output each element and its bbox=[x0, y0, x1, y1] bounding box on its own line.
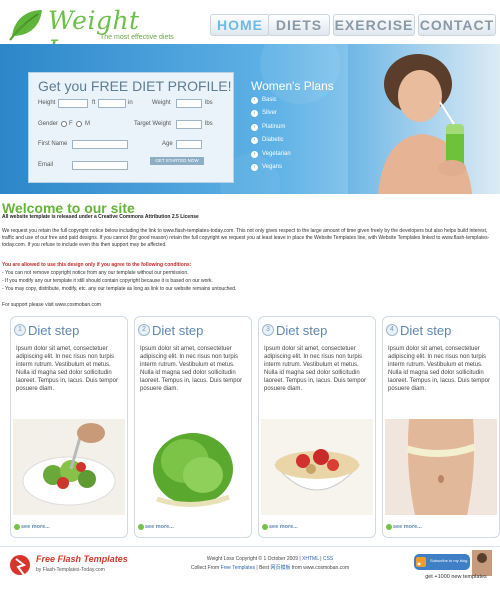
card-text: Ipsum dolor sit amet, consectetuer adipi… bbox=[140, 346, 242, 392]
see-more-link[interactable]: see more... bbox=[269, 524, 298, 530]
card-title: Diet step bbox=[276, 323, 328, 338]
age-input[interactable] bbox=[176, 140, 202, 149]
step-number-badge: 1 bbox=[14, 324, 26, 336]
weight-label: Weight bbox=[152, 100, 171, 106]
copyright-text: Weight Loss Copyright © 1 October 2009 | bbox=[206, 556, 301, 562]
css-link[interactable]: CSS bbox=[323, 556, 333, 562]
conditions-heading: You are allowed to use this design only … bbox=[2, 262, 192, 268]
arrow-icon: › bbox=[251, 97, 258, 104]
woman-drinking-image bbox=[348, 44, 500, 194]
plan-platinum[interactable]: Platinum bbox=[262, 124, 285, 130]
nav-exercise[interactable]: EXERCISE bbox=[333, 14, 415, 36]
gender-f-radio[interactable] bbox=[61, 121, 67, 127]
target-weight-label: Target Weight bbox=[134, 121, 171, 127]
salad-fork-image bbox=[13, 419, 125, 515]
more-bullet-icon bbox=[386, 524, 392, 530]
free-templates-link[interactable]: Free Templates bbox=[221, 565, 255, 571]
plan-vegans[interactable]: Vegans bbox=[262, 164, 282, 170]
gender-m-radio[interactable] bbox=[76, 121, 82, 127]
plan-basic[interactable]: Basic bbox=[262, 97, 277, 103]
arrow-icon: › bbox=[251, 110, 258, 117]
arrow-icon: › bbox=[251, 164, 258, 171]
plan-vegetarian[interactable]: Vegetarian bbox=[262, 151, 291, 157]
plan-silver[interactable]: Silver bbox=[262, 110, 277, 116]
card-text: Ipsum dolor sit amet, consectetuer adipi… bbox=[16, 346, 118, 392]
subscribe-label: get +1000 new templates bbox=[425, 574, 487, 580]
more-bullet-icon bbox=[262, 524, 268, 530]
step-number-badge: 4 bbox=[386, 324, 398, 336]
card-title: Diet step bbox=[28, 323, 80, 338]
step-number-badge: 2 bbox=[138, 324, 150, 336]
flash-logo-icon bbox=[10, 555, 30, 576]
diet-step-card: 3 Diet step Ipsum dolor sit amet, consec… bbox=[258, 316, 376, 538]
weight-unit: lbs bbox=[205, 100, 213, 106]
nav-diets[interactable]: DIETS bbox=[268, 14, 330, 36]
footer-brand[interactable]: Free Flash Templates bbox=[36, 554, 128, 564]
diet-step-card: 1 Diet step Ipsum dolor sit amet, consec… bbox=[10, 316, 128, 538]
copyright-paragraph: We request you retain the full copyright… bbox=[2, 228, 490, 248]
gender-f-label: F bbox=[69, 121, 73, 127]
form-title: Get you FREE DIET PROFILE! bbox=[38, 78, 232, 94]
arrow-icon: › bbox=[251, 124, 258, 131]
weight-input[interactable] bbox=[176, 99, 202, 108]
xhtml-link[interactable]: XHTML bbox=[302, 556, 319, 562]
footer-brand-sub: by Flash-Templates-Today.com bbox=[36, 567, 105, 573]
card-title: Diet step bbox=[400, 323, 452, 338]
height-label: Height bbox=[38, 100, 56, 106]
cn-templates-link[interactable]: 网页模板 bbox=[270, 565, 290, 571]
gender-m-label: M bbox=[85, 121, 90, 127]
height-ft-unit: ft bbox=[92, 100, 96, 106]
see-more-link[interactable]: see more... bbox=[393, 524, 422, 530]
email-label: Email bbox=[38, 162, 54, 168]
diet-step-card: 2 Diet step Ipsum dolor sit amet, consec… bbox=[134, 316, 252, 538]
condition-item: - You can not remove copyright notice fr… bbox=[2, 270, 189, 276]
more-bullet-icon bbox=[138, 524, 144, 530]
first-name-input[interactable] bbox=[72, 140, 128, 149]
height-in-unit: in bbox=[128, 100, 133, 106]
footer-divider bbox=[0, 546, 500, 547]
condition-item: - You may copy, distribute, modify, etc.… bbox=[2, 286, 237, 292]
plans-title: Women's Plans bbox=[251, 79, 334, 93]
arrow-icon: › bbox=[251, 151, 258, 158]
lettuce-tape-image bbox=[137, 419, 249, 515]
card-text: Ipsum dolor sit amet, consectetuer adipi… bbox=[264, 346, 366, 392]
arrow-icon: › bbox=[251, 137, 258, 144]
more-bullet-icon bbox=[14, 524, 20, 530]
nav-home[interactable]: HOME bbox=[210, 14, 270, 36]
footer-collect: Collect From Free Templates | Best 网页模板 … bbox=[150, 564, 390, 571]
logo-tagline: The most effective diets bbox=[100, 34, 174, 41]
gender-label: Gender bbox=[38, 121, 59, 127]
condition-item: - If you modify any our template it stil… bbox=[2, 278, 213, 284]
see-more-link[interactable]: see more... bbox=[21, 524, 50, 530]
license-text: All website template is released under a… bbox=[2, 214, 199, 220]
height-in-input[interactable] bbox=[98, 99, 126, 108]
target-weight-input[interactable] bbox=[176, 120, 202, 129]
card-text: Ipsum dolor sit amet, consectetuer adipi… bbox=[388, 346, 490, 392]
plan-diabetic[interactable]: Diabetic bbox=[262, 137, 284, 143]
email-input[interactable] bbox=[72, 161, 128, 170]
waist-measure-image bbox=[385, 419, 497, 515]
collect-prefix: Collect From bbox=[190, 565, 220, 571]
leaf-icon bbox=[9, 10, 42, 41]
first-name-label: First Name bbox=[38, 141, 68, 147]
logo[interactable]: Weight Loss The most effective diets bbox=[8, 4, 198, 64]
get-started-button[interactable]: GET STARTED NOW bbox=[150, 157, 204, 165]
collect-suffix: from www.cosmoban.com bbox=[291, 565, 350, 571]
cereal-bowl-image bbox=[261, 419, 373, 515]
age-label: Age bbox=[162, 141, 173, 147]
footer-copyright: Weight Loss Copyright © 1 October 2009 |… bbox=[206, 556, 334, 562]
nav-contact[interactable]: CONTACT bbox=[418, 14, 496, 36]
height-ft-input[interactable] bbox=[58, 99, 88, 108]
diet-step-card: 4 Diet step Ipsum dolor sit amet, consec… bbox=[382, 316, 500, 538]
target-weight-unit: lbs bbox=[205, 121, 213, 127]
support-text: For support please visit www.cosmoban.co… bbox=[2, 302, 101, 308]
subscribe-bubble-text: Subscribe to my blog bbox=[430, 558, 468, 563]
see-more-link[interactable]: see more... bbox=[145, 524, 174, 530]
step-number-badge: 3 bbox=[262, 324, 274, 336]
collect-mid: | Best bbox=[256, 565, 270, 571]
card-title: Diet step bbox=[152, 323, 204, 338]
